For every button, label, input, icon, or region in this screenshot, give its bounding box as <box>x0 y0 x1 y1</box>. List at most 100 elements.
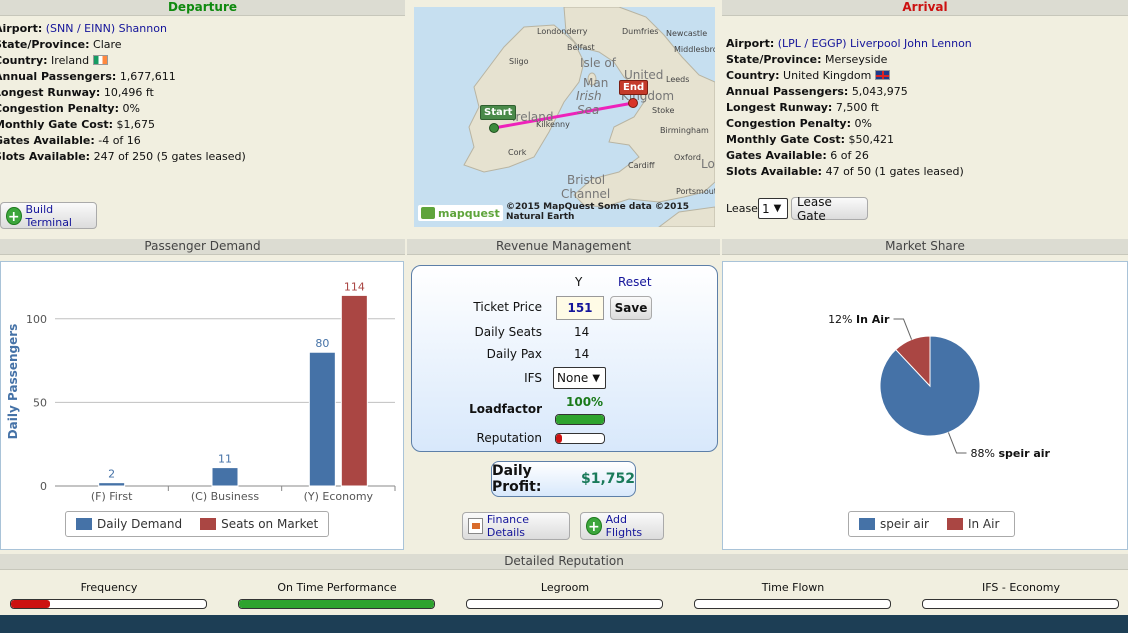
ticket-price-label: Ticket Price <box>473 300 542 314</box>
daily-seats-label: Daily Seats <box>474 325 543 339</box>
arrival-gates-value: 6 of 26 <box>830 149 869 162</box>
map-label: Cardiff <box>628 161 655 170</box>
map-label: Newcastle <box>666 29 708 38</box>
revenue-management-header: Revenue Management <box>407 239 720 255</box>
departure-gatecost-label: Monthly Gate Cost: <box>0 118 114 131</box>
map-label: Stoke <box>652 106 675 115</box>
x-tick-label: (F) First <box>91 490 133 503</box>
add-flights-button[interactable]: + Add Flights <box>580 512 664 540</box>
departure-gatecost-value: $1,675 <box>116 118 156 131</box>
reputation-item-bar <box>694 599 891 609</box>
reputation-bar <box>555 433 605 444</box>
daily-pax-value: 14 <box>574 347 590 361</box>
passenger-demand-chart: 0 50 100 Daily Passengers (F) First 2 (C) Busi… <box>6 280 396 503</box>
finance-details-label: Finance Details <box>486 513 529 539</box>
map-label: Lo <box>701 157 715 171</box>
market-share-panel: 88% speir air 12% In Air speir air In Air <box>722 261 1128 550</box>
presentation-chart-icon <box>468 518 483 534</box>
ifs-select-value: None <box>557 371 589 385</box>
data-label: 11 <box>218 453 232 466</box>
daily-profit-value: $1,752 <box>580 471 635 487</box>
pie-percent: 12% <box>828 313 856 326</box>
build-terminal-button[interactable]: + Build Terminal <box>0 202 97 229</box>
data-label: 114 <box>344 280 365 293</box>
legend-daily-demand[interactable]: Daily Demand <box>97 517 182 531</box>
map-label: Birmingham <box>660 126 709 135</box>
map-label: Isle of <box>580 56 616 70</box>
finance-details-button[interactable]: Finance Details <box>462 512 570 540</box>
plus-icon: + <box>586 517 602 535</box>
legend-in-air[interactable]: In Air <box>968 517 999 531</box>
arrival-slots-label: Slots Available: <box>726 165 823 178</box>
loadfactor-bar <box>555 414 605 425</box>
arrival-airport-link[interactable]: (LPL / EGGP) Liverpool John Lennon <box>778 37 972 50</box>
chevron-down-icon: ▼ <box>592 372 601 384</box>
save-button[interactable]: Save <box>610 296 652 320</box>
arrival-country-value: United Kingdom <box>783 69 872 82</box>
reputation-item-label: On Time Performance <box>277 581 397 594</box>
route-map[interactable]: Londonderry Dumfries Newcastle Belfast Middl… <box>414 7 715 227</box>
lease-label: Lease <box>726 202 758 215</box>
y-tick-label: 100 <box>26 313 47 326</box>
start-marker-icon[interactable] <box>489 123 499 133</box>
map-label: Leeds <box>666 75 690 84</box>
loadfactor-label: Loadfactor <box>469 402 542 416</box>
map-label: Sea <box>577 103 600 117</box>
arrival-gatecost-value: $50,421 <box>848 133 895 146</box>
reputation-item-bar <box>466 599 663 609</box>
pie-percent: 88% <box>971 447 999 460</box>
map-attribution: ©2015 MapQuest Some data ©2015 Natural E… <box>506 202 689 222</box>
fare-class-header: Y <box>575 275 583 289</box>
departure-airport-link[interactable]: (SNN / EINN) Shannon <box>46 22 167 35</box>
legend-swatch-demand <box>76 518 92 530</box>
legend-speir-air[interactable]: speir air <box>880 517 929 531</box>
reputation-item-label: Legroom <box>540 581 590 594</box>
x-tick-label: (C) Business <box>191 490 260 503</box>
plus-icon: + <box>6 206 22 225</box>
departure-header: Departure <box>0 0 405 16</box>
arrival-info: Airport: (LPL / EGGP) Liverpool John Len… <box>726 36 972 180</box>
revenue-management-box: Y Reset Ticket Price 151 Save Daily Seat… <box>411 265 718 452</box>
loadfactor-value: 100% <box>566 395 604 409</box>
departure-passengers-label: Annual Passengers: <box>0 70 117 83</box>
ifs-select[interactable]: None ▼ <box>553 367 606 389</box>
loadfactor-bar-fill <box>556 415 604 424</box>
footer-bar <box>0 615 1128 633</box>
arrival-passengers-label: Annual Passengers: <box>726 85 849 98</box>
reputation-item-bar-fill <box>11 600 50 608</box>
x-tick-label: (Y) Economy <box>304 490 374 503</box>
mapquest-logo: mapquest <box>418 205 503 221</box>
market-share-legend: speir air In Air <box>848 511 1015 537</box>
arrival-runway-label: Longest Runway: <box>726 101 833 114</box>
reputation-item-bar <box>238 599 435 609</box>
arrival-airport-label: Airport: <box>726 37 775 50</box>
passenger-demand-header: Passenger Demand <box>0 239 405 255</box>
lease-gate-button[interactable]: Lease Gate <box>791 195 868 223</box>
legend-swatch-seats <box>200 518 217 530</box>
lease-count-select[interactable]: 1 ▼ <box>758 198 788 219</box>
ticket-price-input[interactable]: 151 <box>556 296 604 320</box>
data-label: 80 <box>315 337 329 350</box>
arrival-gatecost-label: Monthly Gate Cost: <box>726 133 846 146</box>
legend-seats-on-market[interactable]: Seats on Market <box>221 517 318 531</box>
pie-data-label: 12% In Air <box>828 313 890 326</box>
y-axis-title: Daily Passengers <box>6 324 20 440</box>
map-label: Irish <box>576 89 602 103</box>
map-label: Belfast <box>567 43 595 52</box>
uk-flag-icon <box>874 70 890 80</box>
map-label: Cork <box>508 148 527 157</box>
end-marker-icon[interactable] <box>628 98 638 108</box>
legend-swatch-inair <box>946 518 963 530</box>
map-label: Middlesbrough <box>674 45 715 54</box>
departure-runway-label: Longest Runway: <box>0 86 101 99</box>
reset-link[interactable]: Reset <box>618 275 652 289</box>
departure-runway-value: 10,496 ft <box>103 86 154 99</box>
map-label: Sligo <box>509 57 529 66</box>
arrival-passengers-value: 5,043,975 <box>851 85 908 98</box>
map-label: Kilkenny <box>536 120 570 129</box>
departure-gates-value: -4 of 16 <box>98 134 141 147</box>
arrival-slots-value: 47 of 50 (1 gates leased) <box>825 165 964 178</box>
map-label: Bristol <box>567 173 606 187</box>
arrival-state-value: Merseyside <box>825 53 888 66</box>
departure-slots-value: 247 of 250 (5 gates leased) <box>93 150 246 163</box>
